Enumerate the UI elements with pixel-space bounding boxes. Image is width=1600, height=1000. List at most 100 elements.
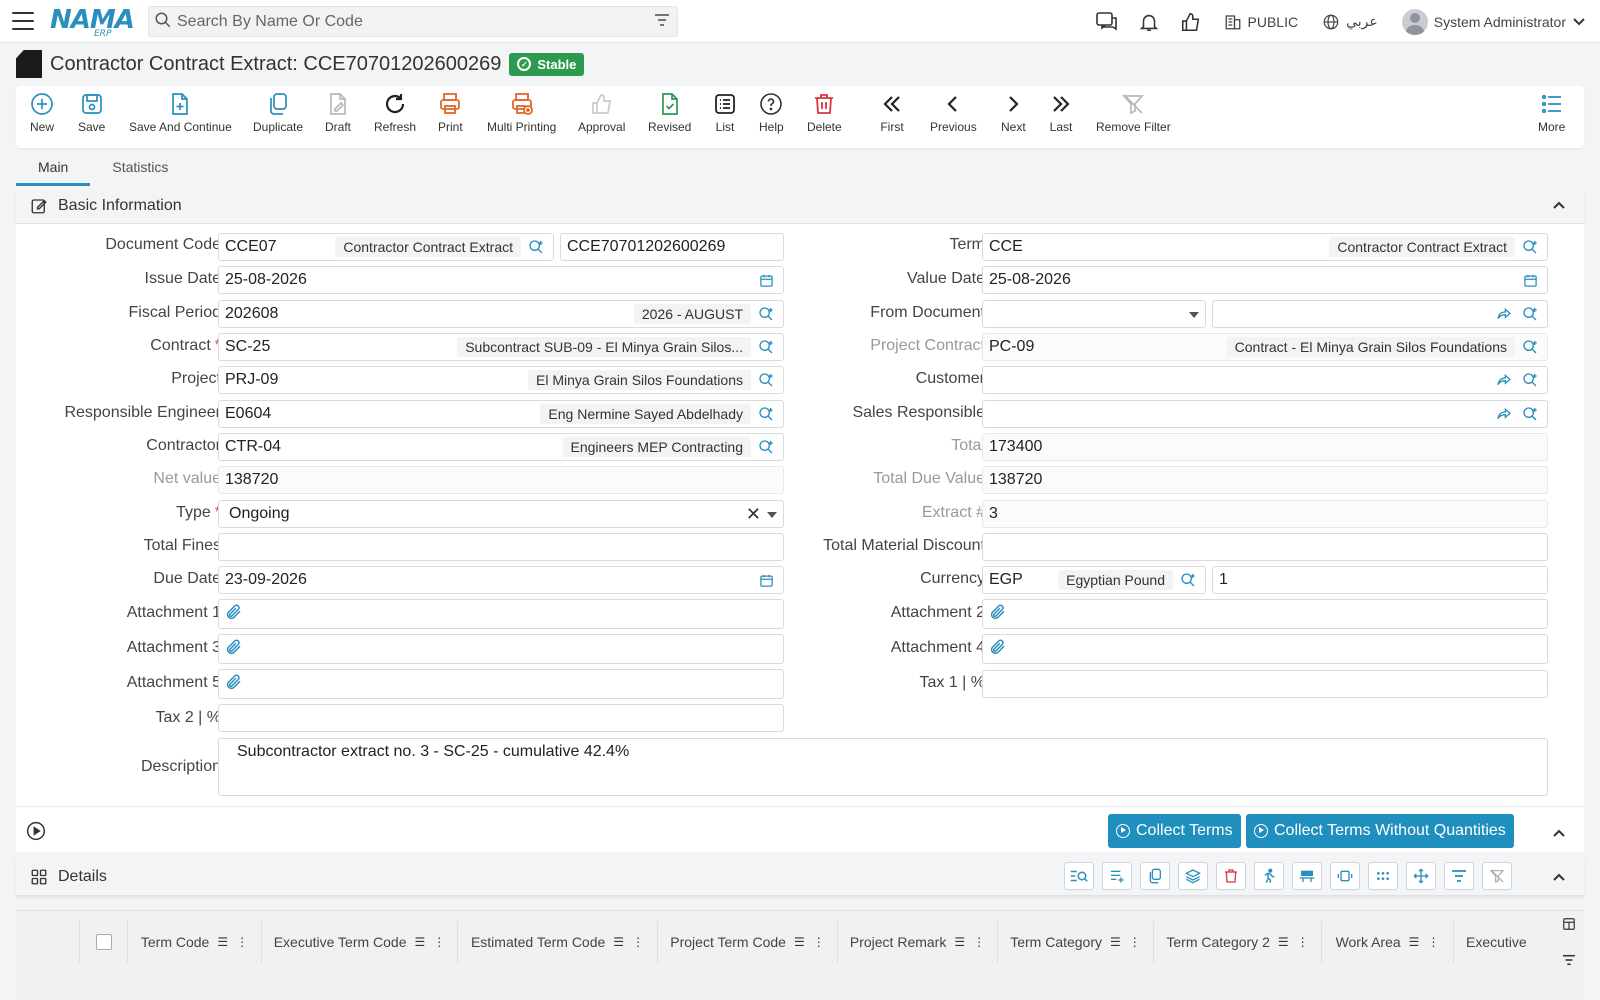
customer-field[interactable] [982,366,1548,394]
paperclip-icon[interactable] [989,638,1007,661]
contract-field[interactable]: SC-25 Subcontract SUB-09 - El Minya Grai… [218,333,784,361]
attachment-1-field[interactable] [218,599,784,629]
refresh-button[interactable]: Refresh [374,92,416,134]
play-circle-icon[interactable] [26,821,46,844]
logo[interactable]: NAMA ERP [50,5,135,39]
tab-main[interactable]: Main [16,152,91,186]
duplicate-button[interactable]: Duplicate [253,92,303,134]
save-button[interactable]: Save [78,92,105,134]
column-term-category-2[interactable]: Term Category 2 ☰ ⋮ [1154,921,1322,963]
filter-icon[interactable]: ☰ [1110,935,1121,949]
column-term-category[interactable]: Term Category ☰ ⋮ [998,921,1154,963]
trash-icon[interactable] [1216,862,1246,890]
search-input[interactable] [177,12,647,31]
copy-icon[interactable] [1140,862,1170,890]
kebab-menu-icon[interactable]: ⋮ [236,935,248,949]
column-project-term-code[interactable]: Project Term Code ☰ ⋮ [658,921,838,963]
filter-icon[interactable]: ☰ [415,935,426,949]
approval-button[interactable]: Approval [578,92,625,134]
lookup-icon[interactable] [1519,406,1541,422]
from-document-field[interactable] [1212,300,1548,328]
user-menu[interactable]: System Administrator [1390,8,1600,35]
list-button[interactable]: List [713,92,737,134]
attachment-5-field[interactable] [218,669,784,699]
document-code-field[interactable]: CCE07 Contractor Contract Extract [218,233,554,261]
type-select[interactable]: Ongoing ✕ [218,500,784,528]
tax-2-field[interactable] [218,704,784,732]
column-executive-term-code[interactable]: Executive Term Code ☰ ⋮ [262,921,458,963]
move-icon[interactable] [1406,862,1436,890]
document-number-field[interactable]: CCE70701202600269 [560,233,784,261]
fiscal-period-field[interactable]: 202608 2026 - AUGUST [218,300,784,328]
save-and-continue-button[interactable]: Save And Continue [129,92,232,134]
sales-responsible-field[interactable] [982,400,1548,428]
fit-columns-icon[interactable] [1330,862,1360,890]
column-estimated-term-code[interactable]: Estimated Term Code ☰ ⋮ [458,921,658,963]
first-button[interactable]: First [880,92,904,134]
share-icon[interactable] [1493,407,1515,421]
delete-button[interactable]: Delete [807,92,842,134]
lookup-icon[interactable] [1177,572,1199,588]
tab-statistics[interactable]: Statistics [90,152,190,186]
column-project-remark[interactable]: Project Remark ☰ ⋮ [838,921,998,963]
lookup-icon[interactable] [1519,239,1541,255]
value-date-field[interactable]: 25-08-2026 [982,266,1548,294]
layers-icon[interactable] [1178,862,1208,890]
share-icon[interactable] [1493,373,1515,387]
dots-grid-icon[interactable] [1368,862,1398,890]
paperclip-icon[interactable] [225,638,243,661]
lookup-icon[interactable] [755,439,777,455]
filter-icon[interactable]: ☰ [1278,935,1289,949]
filter-icon[interactable]: ☰ [217,935,228,949]
lookup-icon[interactable] [755,339,777,355]
filter-icon[interactable]: ☰ [1409,935,1420,949]
search-list-icon[interactable] [1064,862,1094,890]
kebab-menu-icon[interactable]: ⋮ [813,935,825,949]
print-button[interactable]: Print [438,92,463,134]
currency-field[interactable]: EGP Egyptian Pound [982,566,1206,594]
previous-button[interactable]: Previous [930,92,977,134]
issue-date-field[interactable]: 25-08-2026 [218,266,784,294]
column-work-area[interactable]: Work Area ☰ ⋮ [1322,921,1454,963]
attachment-4-field[interactable] [982,634,1548,664]
last-button[interactable]: Last [1049,92,1073,134]
clear-icon[interactable]: ✕ [746,504,761,525]
company-selector[interactable]: PUBLIC [1212,13,1311,31]
multi-printing-button[interactable]: Multi Printing [487,92,556,134]
exchange-rate-field[interactable]: 1 [1212,566,1548,594]
runner-icon[interactable] [1254,862,1284,890]
term-field[interactable]: CCE Contractor Contract Extract [982,233,1548,261]
filter-icon[interactable]: ☰ [794,935,805,949]
lookup-icon[interactable] [755,406,777,422]
select-all-checkbox[interactable] [95,934,112,950]
description-field[interactable]: Subcontractor extract no. 3 - SC-25 - cu… [218,738,1548,796]
paperclip-icon[interactable] [989,603,1007,626]
column-settings-icon[interactable] [1562,917,1576,934]
tax-1-field[interactable] [982,670,1548,698]
revised-button[interactable]: Revised [648,92,691,134]
draft-button[interactable]: Draft [325,92,351,134]
filter-off-icon[interactable] [1482,862,1512,890]
total-material-discount-field[interactable] [982,533,1548,561]
dropdown-arrow-icon[interactable] [767,505,777,523]
filter-icon[interactable]: ☰ [613,935,624,949]
paperclip-icon[interactable] [225,673,243,696]
paperclip-icon[interactable] [225,603,243,626]
add-row-icon[interactable] [1102,862,1132,890]
lookup-icon[interactable] [525,239,547,255]
due-date-field[interactable]: 23-09-2026 [218,566,784,594]
kebab-menu-icon[interactable]: ⋮ [1297,935,1309,949]
more-button[interactable]: More [1538,92,1565,134]
collect-terms-button[interactable]: Collect Terms [1108,814,1241,848]
filter-icon[interactable] [647,13,677,30]
basic-information-header[interactable]: Basic Information [16,188,1584,224]
chevron-up-icon[interactable] [1552,869,1566,887]
calendar-icon[interactable] [755,573,777,588]
chevron-up-icon[interactable] [1552,197,1566,215]
filter-icon[interactable]: ☰ [954,935,965,949]
filter-icon[interactable] [1562,953,1576,969]
chat-icon[interactable] [1086,0,1128,43]
lookup-icon[interactable] [1519,372,1541,388]
help-button[interactable]: Help [759,92,784,134]
chevron-up-icon[interactable] [1552,825,1566,841]
